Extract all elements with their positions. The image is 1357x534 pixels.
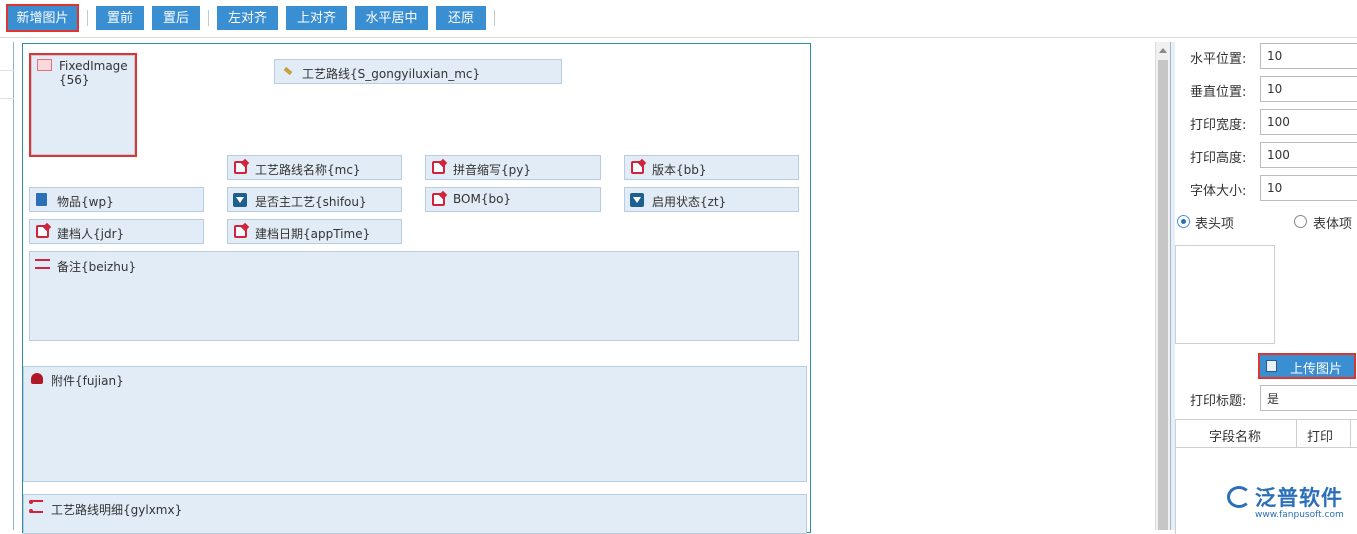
dropdown-icon [233,193,247,207]
attachment-field[interactable]: 附件{fujian} [23,366,807,482]
restore-button[interactable]: 还原 [436,6,486,30]
align-top-button[interactable]: 上对齐 [286,6,347,30]
creator-field[interactable]: 建档人{jdr} [29,219,204,244]
scroll-up-arrow-icon[interactable] [1159,48,1167,53]
print-title-select[interactable]: 是 [1260,385,1357,411]
create-date-field[interactable]: 建档日期{appTime} [227,219,402,244]
creator-label: 建档人{jdr} [57,227,125,241]
dropdown-icon [630,193,644,207]
is-main-field[interactable]: 是否主工艺{shifou} [227,187,402,212]
item-label: 物品{wp} [57,195,114,209]
header-radio[interactable] [1177,215,1190,228]
edit-icon [631,161,644,174]
vertical-scrollbar[interactable] [1155,42,1170,530]
edit-icon [36,225,49,238]
item-icon [36,193,47,206]
col-print[interactable]: 打印 [1307,426,1333,445]
col-divider [1350,420,1351,448]
detail-field[interactable]: 工艺路线明细{gylxmx} [23,494,807,534]
print-title-label: 打印标题: [1190,394,1247,409]
radio-dot [1181,219,1186,224]
pinyin-field[interactable]: 拼音缩写{py} [425,155,601,180]
brand-logo-icon [1227,486,1251,508]
is-main-label: 是否主工艺{shifou} [255,195,367,209]
bom-field[interactable]: BOM{bo} [425,187,601,212]
route-field[interactable]: 工艺路线{S_gongyiluxian_mc} [274,59,562,84]
item-field[interactable]: 物品{wp} [29,187,204,212]
edit-icon [234,161,247,174]
add-image-button[interactable]: 新增图片 [6,4,79,32]
bring-front-button[interactable]: 置前 [96,6,144,30]
print-height-label: 打印高度: [1190,151,1247,166]
print-height-input[interactable] [1260,142,1357,168]
h-pos-label: 水平位置: [1190,52,1247,67]
attachment-label: 附件{fujian} [51,374,124,388]
font-size-label: 字体大小: [1190,184,1247,199]
version-label: 版本{bb} [652,163,707,177]
col-divider [1296,420,1297,448]
text-area-icon [35,259,50,269]
send-back-button[interactable]: 置后 [152,6,200,30]
image-icon [37,59,52,71]
fixed-image-label: FixedImage{56} [59,59,128,87]
route-name-label: 工艺路线名称{mc} [255,163,361,177]
body-radio-label: 表体项 [1313,217,1353,232]
upload-label: 上传图片 [1290,361,1343,376]
version-field[interactable]: 版本{bb} [624,155,799,180]
align-left-button[interactable]: 左对齐 [217,6,278,30]
toolbar-separator [208,10,209,26]
edit-icon [432,161,445,174]
header-radio-label: 表头项 [1195,217,1235,232]
edit-icon [234,225,247,238]
upload-icon [1266,360,1277,372]
center-horizontal-button[interactable]: 水平居中 [355,6,428,30]
body-radio[interactable] [1294,215,1307,228]
remark-label: 备注{beizhu} [57,260,137,274]
left-panel-line [0,70,14,71]
left-panel-line [0,98,14,99]
pencil-icon [283,66,293,76]
bom-label: BOM{bo} [453,192,512,206]
status-field[interactable]: 启用状态{zt} [624,187,799,212]
print-width-label: 打印宽度: [1190,118,1247,133]
toolbar-separator [87,10,88,26]
h-pos-input[interactable] [1260,43,1357,69]
status-label: 启用状态{zt} [652,195,727,209]
create-date-label: 建档日期{appTime} [255,227,371,241]
print-width-input[interactable] [1260,109,1357,135]
brand-name: 泛普软件 [1255,486,1343,510]
list-icon [29,500,43,513]
left-panel [0,42,14,530]
font-size-input[interactable] [1260,175,1357,201]
toolbar-divider [0,37,1357,38]
remark-field[interactable]: 备注{beizhu} [29,251,799,341]
upload-image-button[interactable]: 上传图片 [1258,353,1356,379]
route-name-field[interactable]: 工艺路线名称{mc} [227,155,402,180]
toolbar-separator [494,10,495,26]
v-pos-input[interactable] [1260,76,1357,102]
attachment-icon [31,373,43,384]
pinyin-label: 拼音缩写{py} [453,163,531,177]
v-pos-label: 垂直位置: [1190,85,1247,100]
route-field-label: 工艺路线{S_gongyiluxian_mc} [302,67,481,81]
field-grid-header: 字段名称 打印 [1176,420,1357,448]
edit-icon [432,193,445,206]
detail-label: 工艺路线明细{gylxmx} [51,503,183,517]
scrollbar-thumb[interactable] [1158,60,1168,530]
brand-watermark: 泛普软件 www.fanpusoft.com [1225,482,1357,530]
col-field-name[interactable]: 字段名称 [1209,426,1261,445]
fixed-image-element[interactable]: FixedImage{56} [29,53,137,157]
brand-url: www.fanpusoft.com [1255,510,1344,520]
image-preview [1175,245,1275,344]
